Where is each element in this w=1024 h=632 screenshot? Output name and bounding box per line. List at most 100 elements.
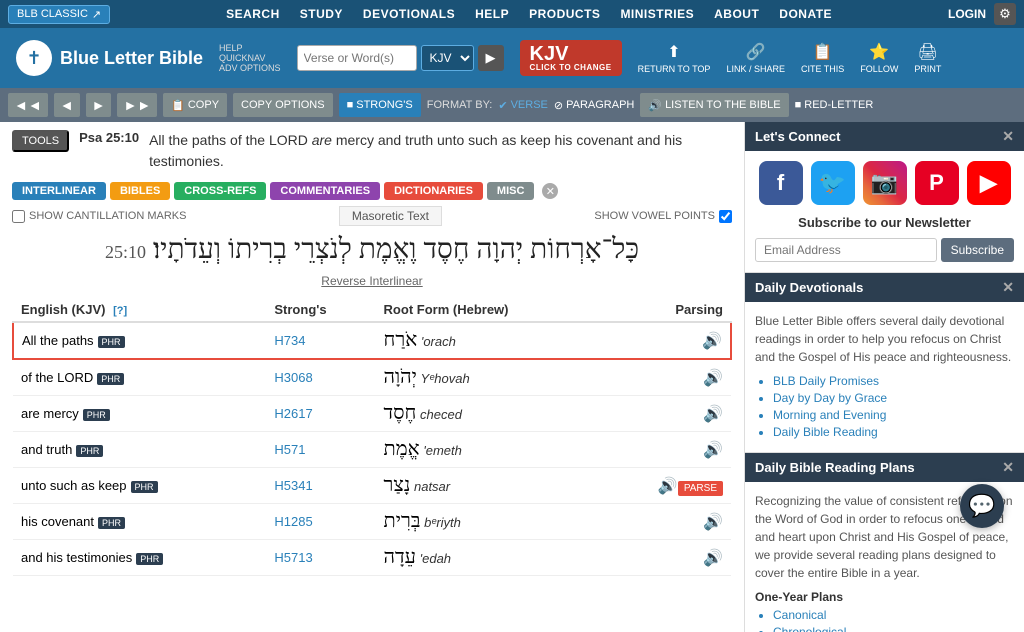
strongs-link[interactable]: H571 (274, 442, 305, 457)
tab-interlinear[interactable]: INTERLINEAR (12, 182, 106, 200)
print-button[interactable]: 🖨 PRINT (914, 42, 941, 74)
red-letter-button[interactable]: ■ RED-LETTER (795, 99, 874, 111)
chat-button[interactable]: 💬 (960, 484, 1004, 528)
cantillation-checkbox[interactable]: SHOW CANTILLATION MARKS (12, 210, 186, 223)
english-text: All the paths (22, 333, 94, 348)
strongs-number[interactable]: H734 (266, 322, 375, 359)
first-page-button[interactable]: ◄◄ (8, 93, 48, 117)
daily-dev-close-button[interactable]: ✕ (1002, 279, 1014, 296)
table-row[interactable]: his covenantPHRH1285בְּרִית bᵉriyth🔊 (13, 504, 731, 540)
daily-link-2[interactable]: Day by Day by Grace (773, 391, 1014, 405)
ministries-nav-link[interactable]: MINISTRIES (620, 7, 694, 21)
strongs-link[interactable]: H5341 (274, 478, 312, 493)
hebrew-root-cell: חֶסֶד checed (376, 396, 602, 432)
vowel-points-checkbox[interactable]: SHOW VOWEL POINTS (594, 210, 732, 223)
instagram-button[interactable]: 📷 (863, 161, 907, 205)
audio-button[interactable]: 🔊 (703, 548, 723, 568)
audio-button[interactable]: 🔊 (703, 440, 723, 460)
quicknav-label[interactable]: QUICKNAV (219, 53, 281, 63)
tools-button[interactable]: TOOLS (12, 130, 69, 152)
pinterest-button[interactable]: P (915, 161, 959, 205)
devotionals-nav-link[interactable]: DEVOTIONALS (363, 7, 455, 21)
youtube-button[interactable]: ▶ (967, 161, 1011, 205)
donate-nav-link[interactable]: DONATE (779, 7, 832, 21)
tab-bibles[interactable]: BIBLES (110, 182, 170, 200)
prev-page-button[interactable]: ◄ (54, 93, 80, 117)
settings-button[interactable]: ⚙ (994, 3, 1016, 25)
audio-button[interactable]: 🔊 (703, 368, 723, 388)
email-input[interactable] (755, 238, 937, 262)
strongs-number[interactable]: H1285 (266, 504, 375, 540)
parse-button[interactable]: PARSE (678, 481, 723, 496)
vowel-points-label: SHOW VOWEL POINTS (594, 210, 715, 222)
subscribe-button[interactable]: Subscribe (941, 238, 1014, 262)
daily-link-4[interactable]: Daily Bible Reading (773, 425, 1014, 439)
strongs-link[interactable]: H734 (274, 333, 305, 348)
daily-link-3[interactable]: Morning and Evening (773, 408, 1014, 422)
verse-format-button[interactable]: ✔ VERSE (498, 99, 548, 112)
translation-select[interactable]: KJV (421, 45, 474, 71)
products-nav-link[interactable]: PRODUCTS (529, 7, 600, 21)
plan-canonical[interactable]: Canonical (773, 608, 1014, 622)
verse-search-input[interactable] (297, 45, 417, 71)
follow-button[interactable]: ⭐ FOLLOW (860, 42, 898, 74)
connect-close-button[interactable]: ✕ (1002, 128, 1014, 145)
return-top-button[interactable]: ⬆ RETURN TO TOP (638, 42, 711, 74)
facebook-button[interactable]: f (759, 161, 803, 205)
strongs-link[interactable]: H3068 (274, 370, 312, 385)
tab-commentaries[interactable]: COMMENTARIES (270, 182, 380, 200)
copy-options-button[interactable]: COPY OPTIONS (233, 93, 333, 117)
strongs-link[interactable]: H5713 (274, 550, 312, 565)
help-link[interactable]: [?] (113, 305, 127, 317)
login-button[interactable]: LOGIN (948, 7, 986, 21)
audio-button[interactable]: 🔊 (703, 512, 723, 532)
table-row[interactable]: unto such as keepPHRH5341נָצַר natsar🔊PA… (13, 468, 731, 504)
audio-button[interactable]: 🔊 (658, 476, 678, 496)
daily-link-1[interactable]: BLB Daily Promises (773, 374, 1014, 388)
vowel-points-input[interactable] (719, 210, 732, 223)
reading-plans-close-button[interactable]: ✕ (1002, 459, 1014, 476)
table-row[interactable]: and his testimoniesPHRH5713עֵדָה 'edah🔊 (13, 540, 731, 576)
transliteration: 'edah (420, 551, 451, 566)
tab-dictionaries[interactable]: DICTIONARIES (384, 182, 483, 200)
help-label[interactable]: HELP (219, 43, 281, 53)
table-row[interactable]: are mercyPHRH2617חֶסֶד checed🔊 (13, 396, 731, 432)
about-nav-link[interactable]: ABOUT (714, 7, 759, 21)
twitter-button[interactable]: 🐦 (811, 161, 855, 205)
strongs-link[interactable]: H1285 (274, 514, 312, 529)
col-english: English (KJV) [?] (13, 298, 266, 322)
cite-this-button[interactable]: 📋 CITE THIS (801, 42, 844, 74)
copy-button[interactable]: 📋 COPY (163, 93, 227, 117)
strongs-button[interactable]: ■ STRONG'S (339, 93, 421, 117)
cantillation-input[interactable] (12, 210, 25, 223)
paragraph-format-button[interactable]: ⊘ PARAGRAPH (554, 99, 634, 112)
help-nav-link[interactable]: HELP (475, 7, 509, 21)
plan-chronological[interactable]: Chronological (773, 625, 1014, 632)
tab-cross-refs[interactable]: CROSS-REFS (174, 182, 266, 200)
strongs-number[interactable]: H3068 (266, 359, 375, 396)
hebrew-word: אֱמֶת (384, 438, 420, 460)
strongs-number[interactable]: H5713 (266, 540, 375, 576)
audio-button[interactable]: 🔊 (702, 331, 722, 351)
last-page-button[interactable]: ►► (117, 93, 157, 117)
table-row[interactable]: of the LORDPHRH3068יְהֹוָה Yᵉhovah🔊 (13, 359, 731, 396)
audio-button[interactable]: 🔊 (703, 404, 723, 424)
next-page-button[interactable]: ► (86, 93, 112, 117)
strongs-number[interactable]: H2617 (266, 396, 375, 432)
strongs-link[interactable]: H2617 (274, 406, 312, 421)
search-nav-link[interactable]: SEARCH (226, 7, 280, 21)
kjv-logo-area[interactable]: KJV CLICK TO CHANGE (520, 40, 622, 76)
adv-options-label[interactable]: ADV OPTIONS (219, 63, 281, 73)
go-button[interactable]: ▶ (478, 45, 504, 71)
tabs-close-button[interactable]: ✕ (542, 183, 558, 199)
table-row[interactable]: and truthPHRH571אֱמֶת 'emeth🔊 (13, 432, 731, 468)
study-nav-link[interactable]: STUDY (300, 7, 343, 21)
tab-misc[interactable]: MISC (487, 182, 535, 200)
listen-button[interactable]: 🔊 LISTEN TO THE BIBLE (640, 93, 788, 117)
strongs-number[interactable]: H5341 (266, 468, 375, 504)
reverse-interlinear-link[interactable]: Reverse Interlinear (12, 274, 732, 288)
table-row[interactable]: All the pathsPHRH734אֹרַח 'orach🔊 (13, 322, 731, 359)
strongs-number[interactable]: H571 (266, 432, 375, 468)
link-share-button[interactable]: 🔗 LINK / SHARE (726, 42, 785, 74)
blb-classic-button[interactable]: BLB CLASSIC ↗ (8, 5, 110, 24)
